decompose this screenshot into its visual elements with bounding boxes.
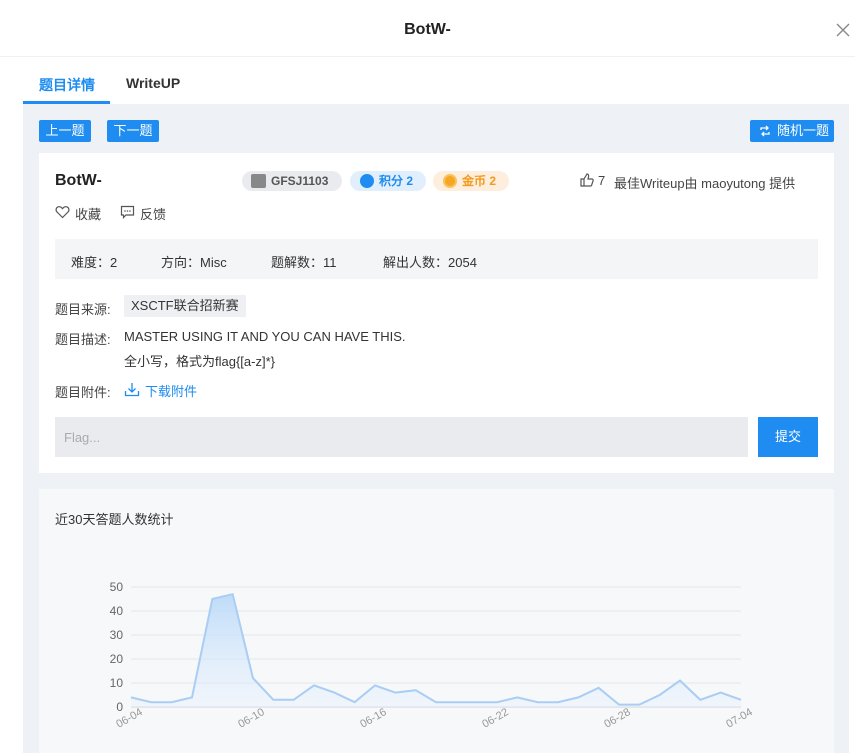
challenge-stats: 难度：2 方向：Misc 题解数：11 解出人数：2054: [55, 239, 818, 279]
feedback-label: 反馈: [140, 207, 167, 222]
y-tick-label: 50: [110, 580, 124, 594]
random-label: 随机一题: [777, 123, 830, 138]
x-tick-label: 06-16: [358, 706, 388, 730]
x-tick-label: 06-10: [236, 706, 266, 730]
next-challenge-button[interactable]: 下一题: [107, 120, 159, 142]
author-badge[interactable]: GFSJ1103: [242, 171, 342, 191]
author-avatar-icon: [251, 174, 266, 188]
score-text: 积分 2: [379, 174, 414, 188]
description-line-1: MASTER USING IT AND YOU CAN HAVE THIS.: [124, 329, 406, 344]
random-challenge-button[interactable]: 随机一题: [750, 120, 834, 142]
solutions-stat: 题解数：11: [271, 255, 337, 270]
modal-header: BotW-: [0, 0, 855, 57]
download-label: 下载附件: [145, 384, 198, 399]
x-tick-label: 06-28: [602, 706, 632, 730]
challenge-card: BotW- GFSJ1103 积分 2 金币 2 7 最佳Writeup由 ma…: [39, 153, 834, 473]
coin-icon: [443, 174, 457, 188]
y-tick-label: 20: [110, 652, 124, 666]
description-label: 题目描述:: [55, 332, 111, 347]
score-badge: 积分 2: [350, 171, 426, 191]
y-tick-label: 0: [116, 700, 123, 714]
feedback-icon: [120, 205, 135, 219]
source-label: 题目来源:: [55, 302, 111, 317]
favorite-button[interactable]: 收藏: [55, 204, 105, 222]
tab-details[interactable]: 题目详情: [39, 75, 95, 95]
tab-writeup[interactable]: WriteUP: [126, 75, 180, 91]
difficulty-stat: 难度：2: [71, 255, 118, 270]
y-tick-label: 30: [110, 628, 124, 642]
solvers-area-chart: 0102030405006-04 06-10 06-16 06-22 06-28 07-0…: [110, 580, 755, 731]
submit-flag-button[interactable]: 提交: [758, 417, 818, 457]
coin-badge: 金币 2: [433, 171, 509, 191]
y-tick-label: 10: [110, 676, 124, 690]
shuffle-icon: [760, 125, 770, 137]
favorite-label: 收藏: [75, 207, 102, 222]
source-tag: XSCTF联合招新赛: [124, 295, 246, 317]
modal-title: BotW-: [404, 21, 451, 38]
x-tick-label: 07-04: [724, 706, 754, 730]
x-tick-label: 06-22: [480, 706, 510, 730]
author-name: GFSJ1103: [271, 174, 329, 188]
download-icon: [124, 383, 140, 397]
coin-text: 金币 2: [462, 174, 497, 188]
thumbs-up-icon[interactable]: [579, 172, 595, 188]
close-icon[interactable]: [835, 22, 855, 42]
feedback-button[interactable]: 反馈: [120, 204, 170, 222]
best-writeup-text: 最佳Writeup由 maoyutong 提供: [614, 176, 796, 191]
solvers-stat: 解出人数：2054: [383, 255, 477, 270]
description-line-2: 全小写，格式为flag{[a-z]*}: [124, 354, 275, 369]
flag-input[interactable]: [55, 417, 748, 457]
attachment-label: 题目附件:: [55, 385, 111, 400]
main-content: 上一题 下一题 随机一题 BotW- GFSJ1103 积分 2 金币 2 7 …: [23, 104, 849, 753]
challenge-name: BotW-: [55, 172, 102, 189]
tab-bar: 题目详情 WriteUP: [0, 57, 855, 104]
likes-count: 7: [598, 173, 606, 188]
y-tick-label: 40: [110, 604, 124, 618]
score-icon: [360, 174, 374, 188]
direction-stat: 方向：Misc: [161, 255, 227, 270]
stats-chart-card: 近30天答题人数统计 0 10 20 30 40 50 06-04 06-10 06-16 06-…: [39, 489, 834, 753]
heart-icon: [55, 206, 70, 219]
prev-challenge-button[interactable]: 上一题: [39, 120, 91, 142]
